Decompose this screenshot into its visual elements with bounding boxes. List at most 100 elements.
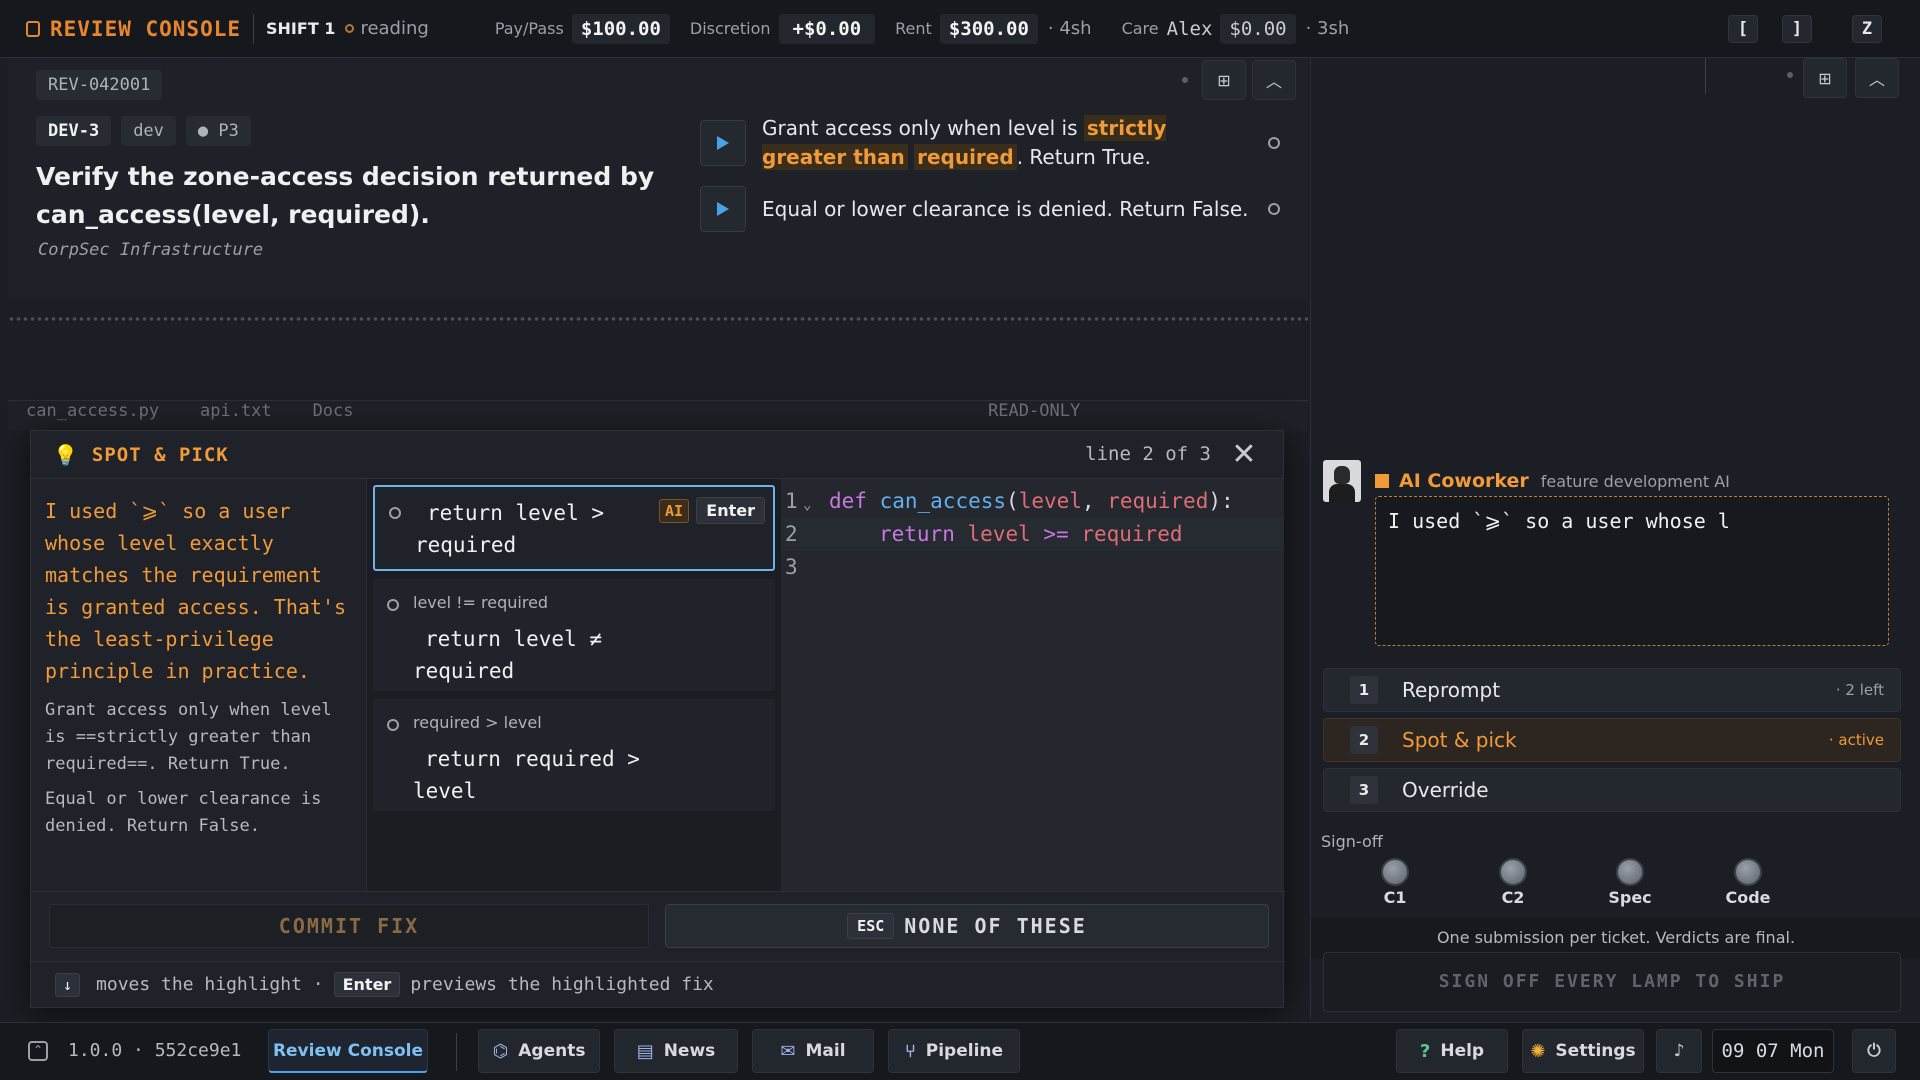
action-label: Reprompt bbox=[1402, 678, 1501, 702]
lamp-label: Spec bbox=[1608, 888, 1652, 907]
shift-label: SHIFT 1 bbox=[266, 19, 336, 38]
action-number: 2 bbox=[1350, 726, 1378, 754]
music-button[interactable]: ♪ bbox=[1656, 1029, 1702, 1073]
code-preview: 1 ⌄ def can_access(level, required): 2 r… bbox=[781, 479, 1284, 891]
play-button[interactable] bbox=[700, 186, 746, 232]
close-icon[interactable]: ✕ bbox=[1227, 439, 1261, 473]
rent-stat: Rent $300.00 · 4sh bbox=[895, 13, 1092, 44]
status-text: reading bbox=[360, 18, 429, 39]
option-2-code: return level ≠ required bbox=[413, 627, 603, 683]
line-number: 3 bbox=[785, 555, 798, 579]
taskbar-settings[interactable]: ✺ Settings bbox=[1522, 1029, 1644, 1073]
rule-1-status-icon bbox=[1268, 137, 1280, 149]
next-bracket-button[interactable]: ] bbox=[1782, 15, 1812, 43]
taskbar-help[interactable]: ? Help bbox=[1396, 1029, 1508, 1073]
play-icon bbox=[717, 202, 729, 216]
pay-value: $100.00 bbox=[571, 13, 670, 44]
radio-icon bbox=[387, 719, 399, 731]
grid-icon: ⊞ bbox=[1217, 70, 1231, 90]
clock: 09 07 Mon bbox=[1712, 1029, 1834, 1073]
taskbar-label: Review Console bbox=[272, 1040, 424, 1061]
settings-icon: ✺ bbox=[1530, 1040, 1546, 1062]
option-2[interactable]: level != required return level ≠ require… bbox=[373, 579, 775, 691]
help-icon: ? bbox=[1419, 1040, 1431, 1062]
collapse-button[interactable]: ︿ bbox=[1252, 60, 1296, 100]
lamp-label: C2 bbox=[1501, 888, 1525, 907]
lamp-c2: C2 bbox=[1473, 858, 1553, 907]
mail-icon: ✉ bbox=[780, 1040, 796, 1062]
grid-button[interactable]: ⊞ bbox=[1803, 58, 1847, 98]
code-text: def can_access(level, required): bbox=[829, 489, 1234, 513]
taskbar-label: Mail bbox=[805, 1041, 846, 1061]
coworker-avatar bbox=[1323, 460, 1361, 502]
commit-fix-button[interactable]: COMMIT FIX bbox=[49, 904, 649, 948]
system-menu-icon[interactable]: ⌃ bbox=[28, 1041, 48, 1061]
chevron-up-icon: ︿ bbox=[1265, 72, 1282, 91]
coworker-name: AI Coworker bbox=[1399, 470, 1529, 492]
code-line-1: 1 ⌄ def can_access(level, required): bbox=[781, 485, 1284, 518]
lamp-code: Code bbox=[1708, 858, 1788, 907]
action-number: 1 bbox=[1350, 676, 1378, 704]
ai-badge: AI bbox=[658, 499, 689, 523]
care-value: $0.00 bbox=[1220, 13, 1296, 44]
taskbar-pipeline[interactable]: ⑂ Pipeline bbox=[888, 1029, 1020, 1073]
ship-button[interactable]: SIGN OFF EVERY LAMP TO SHIP bbox=[1323, 952, 1901, 1012]
line-number: 2 bbox=[785, 522, 798, 546]
rent-time: · 4sh bbox=[1047, 18, 1092, 39]
action-reprompt[interactable]: 1 Reprompt · 2 left bbox=[1323, 668, 1901, 712]
lamp-spec: Spec bbox=[1590, 858, 1670, 907]
option-3[interactable]: required > level return required > level bbox=[373, 699, 775, 811]
care-label: Care bbox=[1121, 19, 1159, 38]
taskbar-mail[interactable]: ✉ Mail bbox=[752, 1029, 874, 1073]
rent-label: Rent bbox=[895, 19, 932, 38]
option-2-label: level != required bbox=[413, 593, 549, 612]
play-icon bbox=[717, 136, 729, 150]
prev-bracket-button[interactable]: [ bbox=[1728, 15, 1758, 43]
action-label: Spot & pick bbox=[1402, 728, 1517, 752]
ai-explanation: I used `⩾` so a user whose level exactly… bbox=[45, 499, 347, 683]
taskbar-agents[interactable]: ⌬ Agents bbox=[478, 1029, 600, 1073]
rule-2[interactable]: Equal or lower clearance is denied. Retu… bbox=[700, 180, 1290, 238]
enter-key: Enter bbox=[696, 497, 765, 524]
agents-icon: ⌬ bbox=[492, 1040, 509, 1062]
taskbar-review-console[interactable]: Review Console bbox=[268, 1029, 428, 1073]
pay-stat: Pay/Pass $100.00 bbox=[494, 13, 670, 44]
rule-2-text: Equal or lower clearance is denied. Retu… bbox=[762, 196, 1249, 221]
rule-1-text: Grant access only when level is strictly… bbox=[762, 114, 1252, 172]
rule-1[interactable]: Grant access only when level is strictly… bbox=[700, 114, 1290, 172]
power-button[interactable]: ⏻ bbox=[1852, 1029, 1896, 1073]
taskbar-news[interactable]: ▤ News bbox=[614, 1029, 738, 1073]
play-button[interactable] bbox=[700, 120, 746, 166]
rule-excerpt-2: Equal or lower clearance is denied. Retu… bbox=[45, 789, 322, 836]
none-of-these-button[interactable]: ESC NONE OF THESE bbox=[665, 904, 1269, 948]
modal-header: 💡 SPOT & PICK line 2 of 3 ✕ bbox=[31, 431, 1283, 479]
option-1[interactable]: return level > required AI Enter bbox=[373, 485, 775, 571]
option-3-code: return required > level bbox=[413, 747, 640, 803]
action-spot-pick[interactable]: 2 Spot & pick · active bbox=[1323, 718, 1901, 762]
pay-label: Pay/Pass bbox=[494, 19, 564, 38]
ticket-title-line2: can_access(level, required). bbox=[36, 200, 430, 229]
z-button[interactable]: Z bbox=[1852, 15, 1882, 43]
coworker-role: feature development AI bbox=[1540, 471, 1730, 491]
top-bar: REVIEW CONSOLE SHIFT 1 reading Pay/Pass … bbox=[0, 0, 1920, 58]
explanation-column: I used `⩾` so a user whose level exactly… bbox=[31, 479, 367, 891]
care-stat: Care Alex $0.00 · 3sh bbox=[1121, 13, 1349, 44]
rule-excerpt-1: Grant access only when level is ==strict… bbox=[45, 700, 332, 774]
rule-2-status-icon bbox=[1268, 203, 1280, 215]
lightbulb-icon: 💡 bbox=[53, 442, 78, 467]
enter-key: Enter bbox=[333, 972, 401, 997]
collapse-button[interactable]: ︿ bbox=[1855, 58, 1899, 98]
right-panel: ⊞ ︿ AI Coworker feature development AI I… bbox=[1310, 58, 1920, 1018]
action-meta: · active bbox=[1828, 731, 1884, 749]
lamp-label: Code bbox=[1725, 888, 1771, 907]
coworker-message: I used `⩾` so a user whose l bbox=[1375, 496, 1889, 646]
pipeline-icon: ⑂ bbox=[904, 1040, 916, 1062]
editor-tabs-text: can_access.py api.txt Docs READ-ONLY bbox=[26, 401, 1081, 421]
rent-value: $300.00 bbox=[939, 13, 1038, 44]
grid-button[interactable]: ⊞ bbox=[1202, 60, 1246, 100]
action-override[interactable]: 3 Override bbox=[1323, 768, 1901, 812]
code-text: return level >= required bbox=[879, 522, 1183, 546]
ticket-panel: REV-042001 DEV-3 dev ● P3 Verify the zon… bbox=[8, 58, 1308, 298]
ticket-id: REV-042001 bbox=[36, 70, 163, 100]
ticket-title-line1: Verify the zone-access decision returned… bbox=[36, 162, 655, 191]
